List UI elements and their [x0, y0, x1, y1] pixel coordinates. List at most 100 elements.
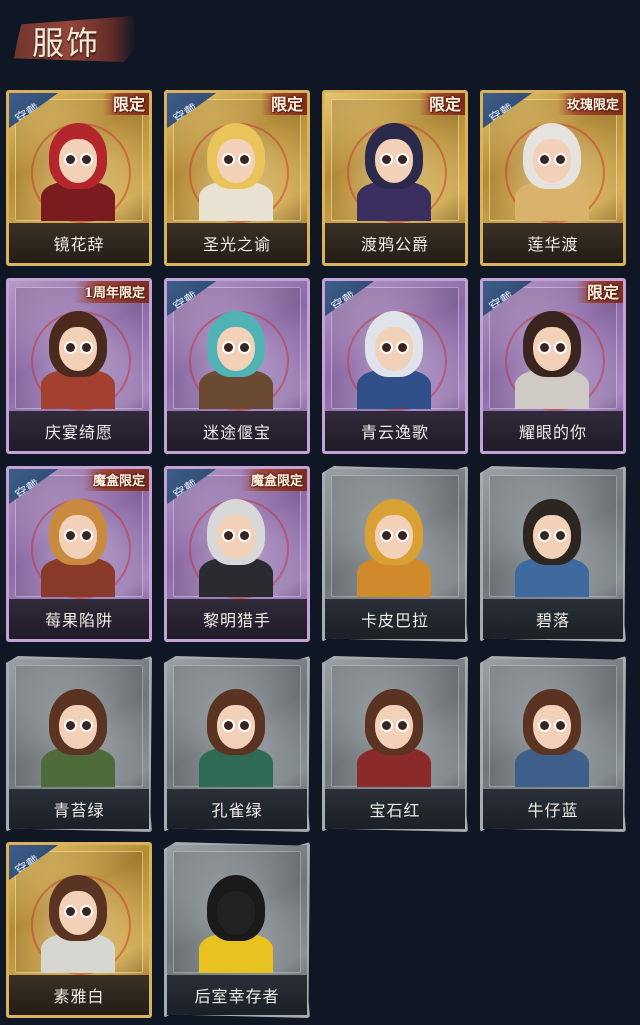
- character-eye: [398, 155, 407, 164]
- character-face: [375, 515, 413, 559]
- character-eye: [82, 343, 91, 352]
- character-eye: [224, 343, 233, 352]
- costume-card[interactable]: 后室幸存者: [164, 842, 310, 1018]
- costume-name-bar: 青苔绿: [9, 789, 149, 829]
- costume-name-bar: 莓果陷阱: [9, 599, 149, 639]
- character-face: [59, 515, 97, 559]
- costume-name-bar: 孔雀绿: [167, 789, 307, 829]
- costume-name: 卡皮巴拉: [360, 611, 429, 630]
- character-eye: [240, 155, 249, 164]
- costume-card[interactable]: 宝石红: [322, 656, 468, 832]
- costume-name: 庆宴绮愿: [44, 423, 113, 442]
- costume-name: 耀眼的你: [518, 423, 587, 442]
- character-eye: [82, 531, 91, 540]
- character-eye: [382, 343, 391, 352]
- character-portrait: [9, 659, 143, 787]
- character-face: [217, 705, 255, 749]
- character-eye: [66, 531, 75, 540]
- character-portrait: [167, 845, 301, 973]
- costume-card[interactable]: 碧落: [480, 466, 626, 642]
- costume-card[interactable]: 穿戴 玫瑰限定 莲华渡: [480, 90, 626, 266]
- character-face: [375, 139, 413, 183]
- costume-name: 碧落: [535, 611, 570, 630]
- costume-name-bar: 莲华渡: [483, 223, 623, 263]
- costume-name-bar: 素雅白: [9, 975, 149, 1015]
- costume-name-bar: 圣光之谕: [167, 223, 307, 263]
- costume-name: 孔雀绿: [211, 801, 263, 820]
- limited-badge: 魔盒限定: [240, 469, 307, 491]
- character-eye: [82, 907, 91, 916]
- character-eye: [224, 531, 233, 540]
- costume-card[interactable]: 穿戴 限定 镜花辞: [6, 90, 152, 266]
- limited-badge: 1周年限定: [73, 281, 149, 303]
- character-face: [375, 327, 413, 371]
- character-eye: [240, 721, 249, 730]
- character-eye: [82, 721, 91, 730]
- character-face: [375, 705, 413, 749]
- costume-card[interactable]: 卡皮巴拉: [322, 466, 468, 642]
- costume-name-bar: 牛仔蓝: [483, 789, 623, 829]
- character-eye: [66, 721, 75, 730]
- costume-name-bar: 宝石红: [325, 789, 465, 829]
- costume-card[interactable]: 青苔绿: [6, 656, 152, 832]
- character-portrait: [325, 659, 459, 787]
- costume-card[interactable]: 穿戴 限定 耀眼的你: [480, 278, 626, 454]
- costume-name: 黎明猎手: [202, 611, 271, 630]
- character-face: [217, 515, 255, 559]
- costume-card[interactable]: 牛仔蓝: [480, 656, 626, 832]
- costume-name-bar: 耀眼的你: [483, 411, 623, 451]
- character-face: [217, 891, 255, 935]
- character-face: [533, 139, 571, 183]
- character-eye: [382, 155, 391, 164]
- costume-name: 镜花辞: [53, 235, 105, 254]
- character-eye: [398, 721, 407, 730]
- costume-card[interactable]: 穿戴 魔盒限定 莓果陷阱: [6, 466, 152, 642]
- costume-name: 圣光之谕: [202, 235, 271, 254]
- costume-name: 青苔绿: [53, 801, 105, 820]
- costume-card[interactable]: 1周年限定庆宴绮愿: [6, 278, 152, 454]
- costume-name: 牛仔蓝: [527, 801, 579, 820]
- limited-badge: 限定: [418, 93, 465, 115]
- character-eye: [224, 155, 233, 164]
- costume-grid: 穿戴 限定 镜花辞 穿戴 限定 圣光之谕 限定 渡鸦公爵 穿戴 玫瑰限定 莲华渡 1周年限定 庆宴绮愿穿…: [0, 0, 640, 1025]
- character-eye: [540, 343, 549, 352]
- character-eye: [382, 531, 391, 540]
- costume-name-bar: 黎明猎手: [167, 599, 307, 639]
- character-face: [533, 515, 571, 559]
- costume-card[interactable]: 穿戴 魔盒限定 黎明猎手: [164, 466, 310, 642]
- character-face: [59, 705, 97, 749]
- character-portrait: [483, 659, 617, 787]
- character-eye: [382, 721, 391, 730]
- costume-name-bar: 镜花辞: [9, 223, 149, 263]
- costume-card[interactable]: 孔雀绿: [164, 656, 310, 832]
- costume-name: 后室幸存者: [194, 987, 280, 1006]
- character-face: [59, 327, 97, 371]
- character-eye: [540, 531, 549, 540]
- costume-card[interactable]: 穿戴 迷途偃宝: [164, 278, 310, 454]
- costume-card[interactable]: 穿戴 限定 圣光之谕: [164, 90, 310, 266]
- limited-badge: 限定: [576, 281, 623, 303]
- character-eye: [540, 721, 549, 730]
- costume-card[interactable]: 穿戴 青云逸歌: [322, 278, 468, 454]
- costume-name: 迷途偃宝: [202, 423, 271, 442]
- character-eye: [398, 343, 407, 352]
- costume-card[interactable]: 穿戴 素雅白: [6, 842, 152, 1018]
- character-eye: [240, 531, 249, 540]
- character-eye: [240, 343, 249, 352]
- costume-card[interactable]: 限定渡鸦公爵: [322, 90, 468, 266]
- limited-badge: 玫瑰限定: [556, 93, 623, 115]
- costume-name: 宝石红: [369, 801, 421, 820]
- character-portrait: [167, 659, 301, 787]
- character-eye: [556, 155, 565, 164]
- limited-badge: 限定: [260, 93, 307, 115]
- character-face: [59, 139, 97, 183]
- character-eye: [556, 531, 565, 540]
- character-eye: [398, 531, 407, 540]
- character-face: [533, 327, 571, 371]
- costume-name: 渡鸦公爵: [360, 235, 429, 254]
- character-eye: [556, 343, 565, 352]
- character-eye: [82, 155, 91, 164]
- costume-name-bar: 迷途偃宝: [167, 411, 307, 451]
- character-face: [533, 705, 571, 749]
- character-eye: [540, 155, 549, 164]
